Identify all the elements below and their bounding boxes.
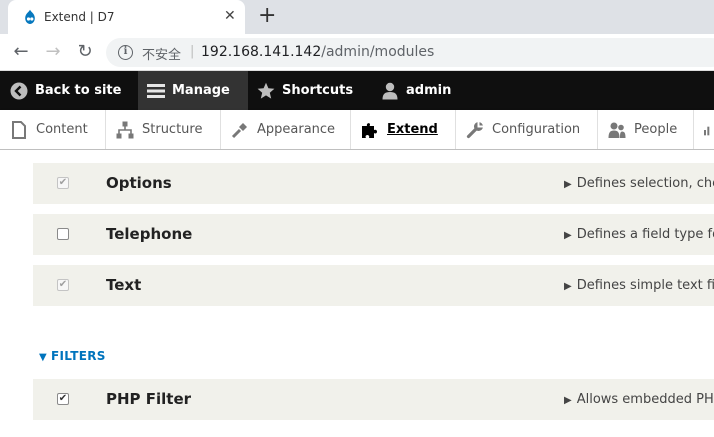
back-arrow-icon[interactable]: ← <box>10 41 32 63</box>
shortcuts-tab[interactable]: Shortcuts <box>257 71 353 110</box>
module-row-php-filter: ✔ PHP Filter ▶ Allows embedded PHP <box>33 379 714 420</box>
back-to-site-label: Back to site <box>35 83 122 98</box>
module-description-options[interactable]: ▶ Defines selection, che <box>564 176 714 191</box>
wrench-icon <box>466 121 483 138</box>
user-label: admin <box>406 83 452 98</box>
tray-item-content[interactable]: Content <box>0 110 106 149</box>
expand-triangle-icon: ▶ <box>564 230 572 241</box>
module-description-text: Defines a field type fo <box>576 227 714 242</box>
filters-section-toggle[interactable]: ▼ FILTERS <box>39 349 106 363</box>
security-label: 不安全 <box>142 48 182 63</box>
module-row-text: ✔ Text ▶ Defines simple text fi <box>33 265 714 306</box>
shortcuts-label: Shortcuts <box>282 83 354 98</box>
tray-item-reports[interactable] <box>694 110 714 149</box>
module-description-text: Defines selection, che <box>576 176 714 191</box>
menu-icon <box>147 83 165 98</box>
module-checkbox-text: ✔ <box>57 279 69 291</box>
module-name-text: Text <box>106 276 142 294</box>
module-description-text: Allows embedded PHP <box>576 392 714 407</box>
drupal-favicon-icon <box>25 9 35 24</box>
module-description-text: Defines simple text fi <box>576 278 714 293</box>
expand-triangle-icon: ▶ <box>564 281 572 292</box>
collapse-caret-icon: ▼ <box>39 352 47 363</box>
user-icon <box>382 82 398 99</box>
module-checkbox-php-filter[interactable]: ✔ <box>57 393 69 405</box>
tray-item-structure[interactable]: Structure <box>106 110 221 149</box>
url-path: /admin/modules <box>321 44 435 60</box>
manage-tab[interactable]: Manage <box>138 71 248 110</box>
tray-item-people[interactable]: People <box>598 110 694 149</box>
expand-triangle-icon: ▶ <box>564 395 572 406</box>
module-name-php-filter: PHP Filter <box>106 390 192 408</box>
browser-tab-strip: Extend | D7 ✕ + <box>0 0 714 34</box>
address-bar[interactable]: i 不安全 | 192.168.141.142/admin/modules <box>106 38 714 67</box>
filters-section-label: FILTERS <box>51 349 106 363</box>
brush-icon <box>231 122 247 138</box>
expand-triangle-icon: ▶ <box>564 179 572 190</box>
new-tab-icon[interactable]: + <box>258 4 276 28</box>
module-checkbox-options: ✔ <box>57 177 69 189</box>
manage-label: Manage <box>172 83 230 98</box>
tray-label-structure: Structure <box>142 122 203 137</box>
url-text[interactable]: 192.168.141.142/admin/modules <box>201 44 434 60</box>
tab-title: Extend | D7 <box>44 10 115 24</box>
tray-label-extend: Extend <box>387 122 438 137</box>
site-info-icon[interactable]: i <box>118 45 133 60</box>
tray-label-content: Content <box>36 122 88 137</box>
browser-tab[interactable]: Extend | D7 ✕ <box>8 0 245 34</box>
admin-toolbar: Back to site Manage Shortcuts admin <box>0 71 714 110</box>
tray-item-appearance[interactable]: Appearance <box>221 110 351 149</box>
back-to-site-link[interactable]: Back to site <box>10 71 121 110</box>
module-checkbox-telephone[interactable] <box>57 228 69 240</box>
tray-label-appearance: Appearance <box>257 122 336 137</box>
page-icon <box>12 120 26 139</box>
tray-label-configuration: Configuration <box>492 122 581 137</box>
module-row-options: ✔ Options ▶ Defines selection, che <box>33 163 714 204</box>
back-circle-icon <box>10 82 28 99</box>
puzzle-icon <box>362 122 378 138</box>
reload-icon[interactable]: ↻ <box>74 41 96 63</box>
url-host: 192.168.141.142 <box>201 44 322 60</box>
people-icon <box>608 122 626 138</box>
user-tab[interactable]: admin <box>381 71 451 110</box>
tab-close-icon[interactable]: ✕ <box>224 8 236 24</box>
browser-toolbar: ← → ↻ i 不安全 | 192.168.141.142/admin/modu… <box>0 34 714 71</box>
module-name-options: Options <box>106 174 172 192</box>
module-list: ✔ Options ▶ Defines selection, che Teleph… <box>0 150 714 437</box>
address-separator: | <box>190 44 195 59</box>
module-row-telephone: Telephone ▶ Defines a field type fo <box>33 214 714 255</box>
module-description-text-module[interactable]: ▶ Defines simple text fi <box>564 278 714 293</box>
star-icon <box>257 82 275 99</box>
module-description-telephone[interactable]: ▶ Defines a field type fo <box>564 227 714 242</box>
module-name-telephone: Telephone <box>106 225 193 243</box>
tray-item-configuration[interactable]: Configuration <box>456 110 598 149</box>
structure-icon <box>116 121 134 138</box>
reports-icon <box>704 126 710 135</box>
module-description-php-filter[interactable]: ▶ Allows embedded PHP <box>564 392 714 407</box>
tray-item-extend[interactable]: Extend <box>351 110 456 149</box>
forward-arrow-icon[interactable]: → <box>42 41 64 63</box>
manage-tray: Content Structure Appearance Extend Conf… <box>0 110 714 150</box>
tray-label-people: People <box>634 122 678 137</box>
